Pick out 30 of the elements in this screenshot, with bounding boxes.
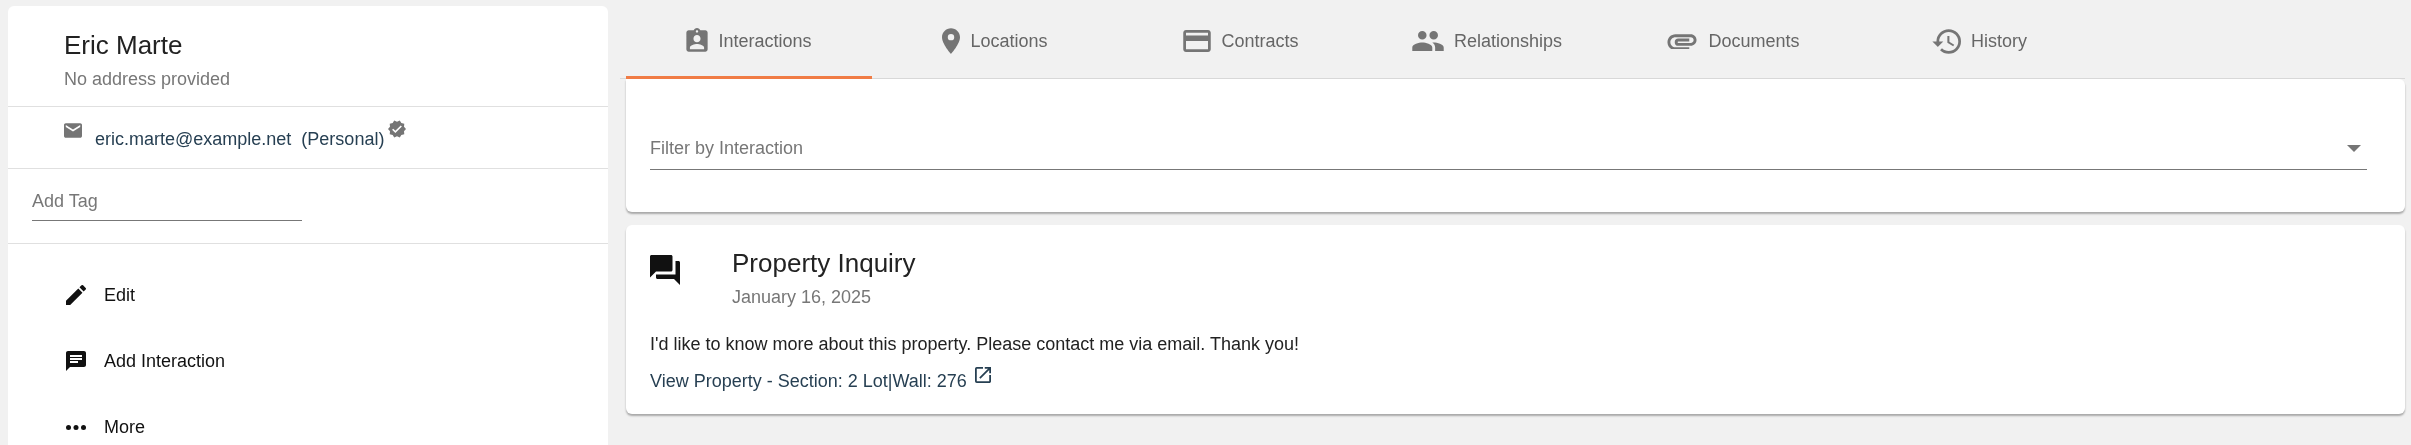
mail-icon xyxy=(64,123,82,138)
pencil-icon xyxy=(66,285,86,305)
paperclip-icon xyxy=(1666,33,1699,49)
badge-icon xyxy=(686,28,709,54)
tab[interactable]: Locations xyxy=(872,6,1118,79)
property-link[interactable]: View Property - Section: 2 Lot|Wall: 276 xyxy=(650,371,967,392)
email-link[interactable]: eric.marte@example.net xyxy=(95,129,292,150)
people-icon xyxy=(1411,31,1444,51)
action-button[interactable]: More xyxy=(56,394,155,445)
action-button[interactable]: Add Interaction xyxy=(56,328,236,394)
interaction-message: I'd like to know more about this property. Please contact me via email. Thank you! xyxy=(650,334,1301,355)
contact-name: Eric Marte xyxy=(64,30,184,61)
action-button[interactable]: Edit xyxy=(56,262,146,328)
more-icon xyxy=(66,424,86,430)
interaction-title: Property Inquiry xyxy=(732,248,916,279)
external-link-icon xyxy=(974,367,991,383)
tab[interactable]: Contracts xyxy=(1118,6,1364,79)
interaction-date: January 16, 2025 xyxy=(732,287,873,308)
location-pin-icon xyxy=(942,28,961,54)
email-type: (Personal) xyxy=(301,129,385,150)
dropdown-caret-icon xyxy=(2347,144,2361,152)
history-icon xyxy=(1931,28,1961,54)
credit-card-icon xyxy=(1183,30,1212,52)
chat-bubbles-icon xyxy=(650,255,680,285)
filter-input[interactable]: Filter by Interaction xyxy=(650,137,2339,159)
tab[interactable]: Documents xyxy=(1610,6,1856,79)
contact-address: No address provided xyxy=(64,69,232,90)
tab[interactable]: History xyxy=(1856,6,2102,79)
message-icon xyxy=(66,351,86,371)
tab[interactable]: Relationships xyxy=(1364,6,1610,79)
